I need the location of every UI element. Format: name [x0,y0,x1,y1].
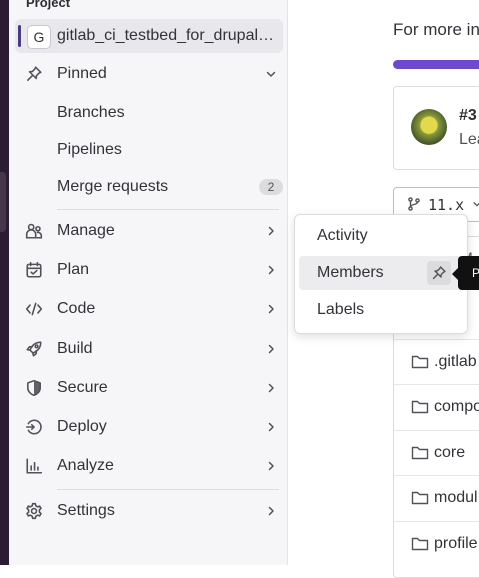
table-row[interactable]: .gitlab [394,339,479,385]
chart-icon [26,458,43,474]
sidebar: Project G gitlab_ci_testbed_for_drupal_c… [9,0,288,565]
users-icon [25,223,43,239]
window-edge-handle [0,172,6,232]
project-name: gitlab_ci_testbed_for_drupal_core [57,27,279,44]
file-name: compo [434,398,479,415]
sidebar-item-label: Code [57,300,96,317]
sidebar-item-label: Deploy [57,418,107,435]
sidebar-item-plan[interactable]: Plan [15,253,283,287]
chevron-right-icon [268,461,274,471]
chevron-right-icon [268,344,274,354]
code-icon [25,302,43,316]
intro-text: For more info [393,20,479,39]
sidebar-item-label: Secure [57,379,108,396]
sidebar-item-merge-requests[interactable]: Merge requests 2 [15,170,283,204]
rocket-icon [26,341,42,357]
pinned-toggle[interactable]: Pinned [15,57,283,91]
branch-icon [408,197,420,211]
count-badge: 2 [259,179,283,195]
folder-icon [411,400,429,414]
sidebar-item-label: Analyze [57,457,114,474]
tooltip-text: P [472,266,479,280]
folder-icon [411,537,429,551]
pinned-label: Pinned [57,65,107,82]
table-row[interactable]: compo [394,384,479,430]
chevron-right-icon [268,506,274,516]
sidebar-item-label: Pipelines [57,141,122,158]
pin-icon [432,266,446,280]
file-name: .gitlab [434,353,477,370]
sidebar-item-secure[interactable]: Secure [15,371,283,405]
progress-bar [393,60,479,69]
sidebar-item-code[interactable]: Code [15,292,283,326]
table-row[interactable]: profile [394,521,479,567]
chevron-right-icon [268,383,274,393]
sidebar-item-label: Plan [57,261,90,278]
window-edge [0,0,9,565]
folder-icon [411,491,429,505]
file-name: profile [434,535,478,552]
divider [57,489,279,490]
table-row[interactable]: core [394,430,479,476]
sidebar-item-branches[interactable]: Branches [15,96,283,130]
section-label: Project [26,0,71,10]
menu-item-label: Members [317,264,384,281]
pin-icon [27,66,42,81]
sidebar-item-label: Manage [57,222,115,239]
file-name: core [434,444,466,461]
sidebar-item-label: Settings [57,502,115,519]
chevron-right-icon [268,422,274,432]
folder-icon [411,446,429,460]
sidebar-item-build[interactable]: Build [15,332,283,366]
chevron-right-icon [268,226,274,236]
commit-subtitle: Lea [459,131,479,148]
deploy-icon [25,419,42,435]
commit-number[interactable]: #3 [459,107,477,125]
sidebar-item-analyze[interactable]: Analyze [15,449,283,483]
chevron-down-icon [473,202,479,207]
gear-icon [26,502,42,520]
menu-item-activity[interactable]: Activity [299,219,463,253]
divider [57,209,279,210]
shield-icon [27,379,41,397]
sidebar-item-pipelines[interactable]: Pipelines [15,133,283,167]
branch-name: 11.x [428,196,465,214]
menu-item-label: Labels [317,301,365,318]
manage-flyout-menu: Activity Members Labels [294,214,468,334]
calendar-icon [26,261,42,278]
tooltip: P [458,256,479,290]
avatar[interactable] [411,109,447,145]
active-indicator [18,25,21,47]
sidebar-item-label: Branches [57,104,125,121]
menu-item-labels[interactable]: Labels [299,293,463,327]
menu-item-label: Activity [317,227,368,244]
sidebar-item-label: Build [57,340,93,357]
chevron-down-icon [266,71,276,77]
sidebar-item-label: Merge requests [57,178,169,195]
menu-item-members[interactable]: Members [299,256,463,290]
project-link[interactable]: G gitlab_ci_testbed_for_drupal_core [15,19,283,53]
table-row[interactable]: modul [394,475,479,521]
project-avatar: G [27,25,51,49]
chevron-right-icon [268,304,274,314]
sidebar-item-settings[interactable]: Settings [15,494,283,528]
last-commit-card: #3 Lea [393,86,479,170]
sidebar-item-manage[interactable]: Manage [15,214,283,248]
pin-button[interactable] [427,261,451,285]
sidebar-item-deploy[interactable]: Deploy [15,410,283,444]
file-name: modul [434,489,478,506]
folder-icon [411,355,429,369]
chevron-right-icon [268,265,274,275]
